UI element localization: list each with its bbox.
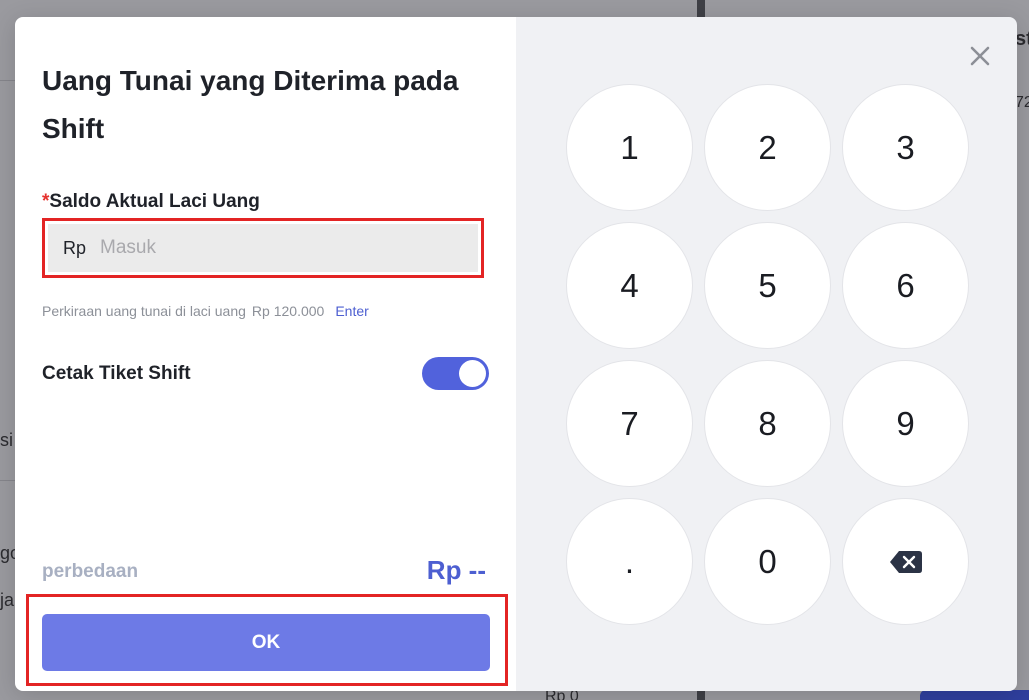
background-text: st <box>1015 28 1029 50</box>
close-icon[interactable] <box>967 43 993 69</box>
key-8[interactable]: 8 <box>704 360 831 487</box>
background-line <box>0 80 15 81</box>
expected-cash-hint: Perkiraan uang tunai di laci uang Rp 120.… <box>42 303 369 319</box>
background-text: si <box>0 430 13 450</box>
modal-title: Uang Tunai yang Diterima pada Shift <box>42 65 459 144</box>
cash-received-modal: Uang Tunai yang Diterima pada Shift *Sal… <box>15 17 1017 691</box>
key-2[interactable]: 2 <box>704 84 831 211</box>
toggle-knob <box>459 360 486 387</box>
key-0[interactable]: 0 <box>704 498 831 625</box>
keypad-panel: 1 2 3 4 5 6 7 8 9 . 0 <box>516 17 1017 691</box>
print-shift-ticket-toggle[interactable] <box>422 357 489 390</box>
toggle-label: Cetak Tiket Shift <box>42 363 191 384</box>
key-1[interactable]: 1 <box>566 84 693 211</box>
key-7[interactable]: 7 <box>566 360 693 487</box>
input-highlight-box: Rp <box>42 218 484 278</box>
ok-button[interactable]: OK <box>42 614 490 671</box>
currency-prefix: Rp <box>63 237 87 258</box>
ok-highlight-box: OK <box>26 594 508 686</box>
hint-text: Perkiraan uang tunai di laci uang <box>42 303 246 319</box>
enter-link[interactable]: Enter <box>335 303 368 319</box>
key-backspace[interactable] <box>842 498 969 625</box>
hint-amount: Rp 120.000 <box>251 303 325 319</box>
background-button <box>920 690 1029 700</box>
field-label-text: Saldo Aktual Laci Uang <box>49 191 260 212</box>
key-5[interactable]: 5 <box>704 222 831 349</box>
background-text: ja <box>0 590 15 610</box>
numeric-keypad: 1 2 3 4 5 6 7 8 9 . 0 <box>566 84 969 625</box>
key-6[interactable]: 6 <box>842 222 969 349</box>
field-label: *Saldo Aktual Laci Uang <box>42 191 260 213</box>
backspace-icon <box>889 543 922 581</box>
key-3[interactable]: 3 <box>842 84 969 211</box>
key-decimal[interactable]: . <box>566 498 693 625</box>
key-9[interactable]: 9 <box>842 360 969 487</box>
background-text: 72 <box>1015 94 1029 111</box>
difference-label: perbedaan <box>42 561 139 582</box>
difference-value: Rp -- <box>426 555 486 585</box>
cash-amount-input[interactable] <box>98 236 403 260</box>
cash-amount-field[interactable]: Rp <box>48 224 478 272</box>
form-panel: Uang Tunai yang Diterima pada Shift *Sal… <box>15 17 516 691</box>
key-4[interactable]: 4 <box>566 222 693 349</box>
background-line <box>0 480 15 481</box>
